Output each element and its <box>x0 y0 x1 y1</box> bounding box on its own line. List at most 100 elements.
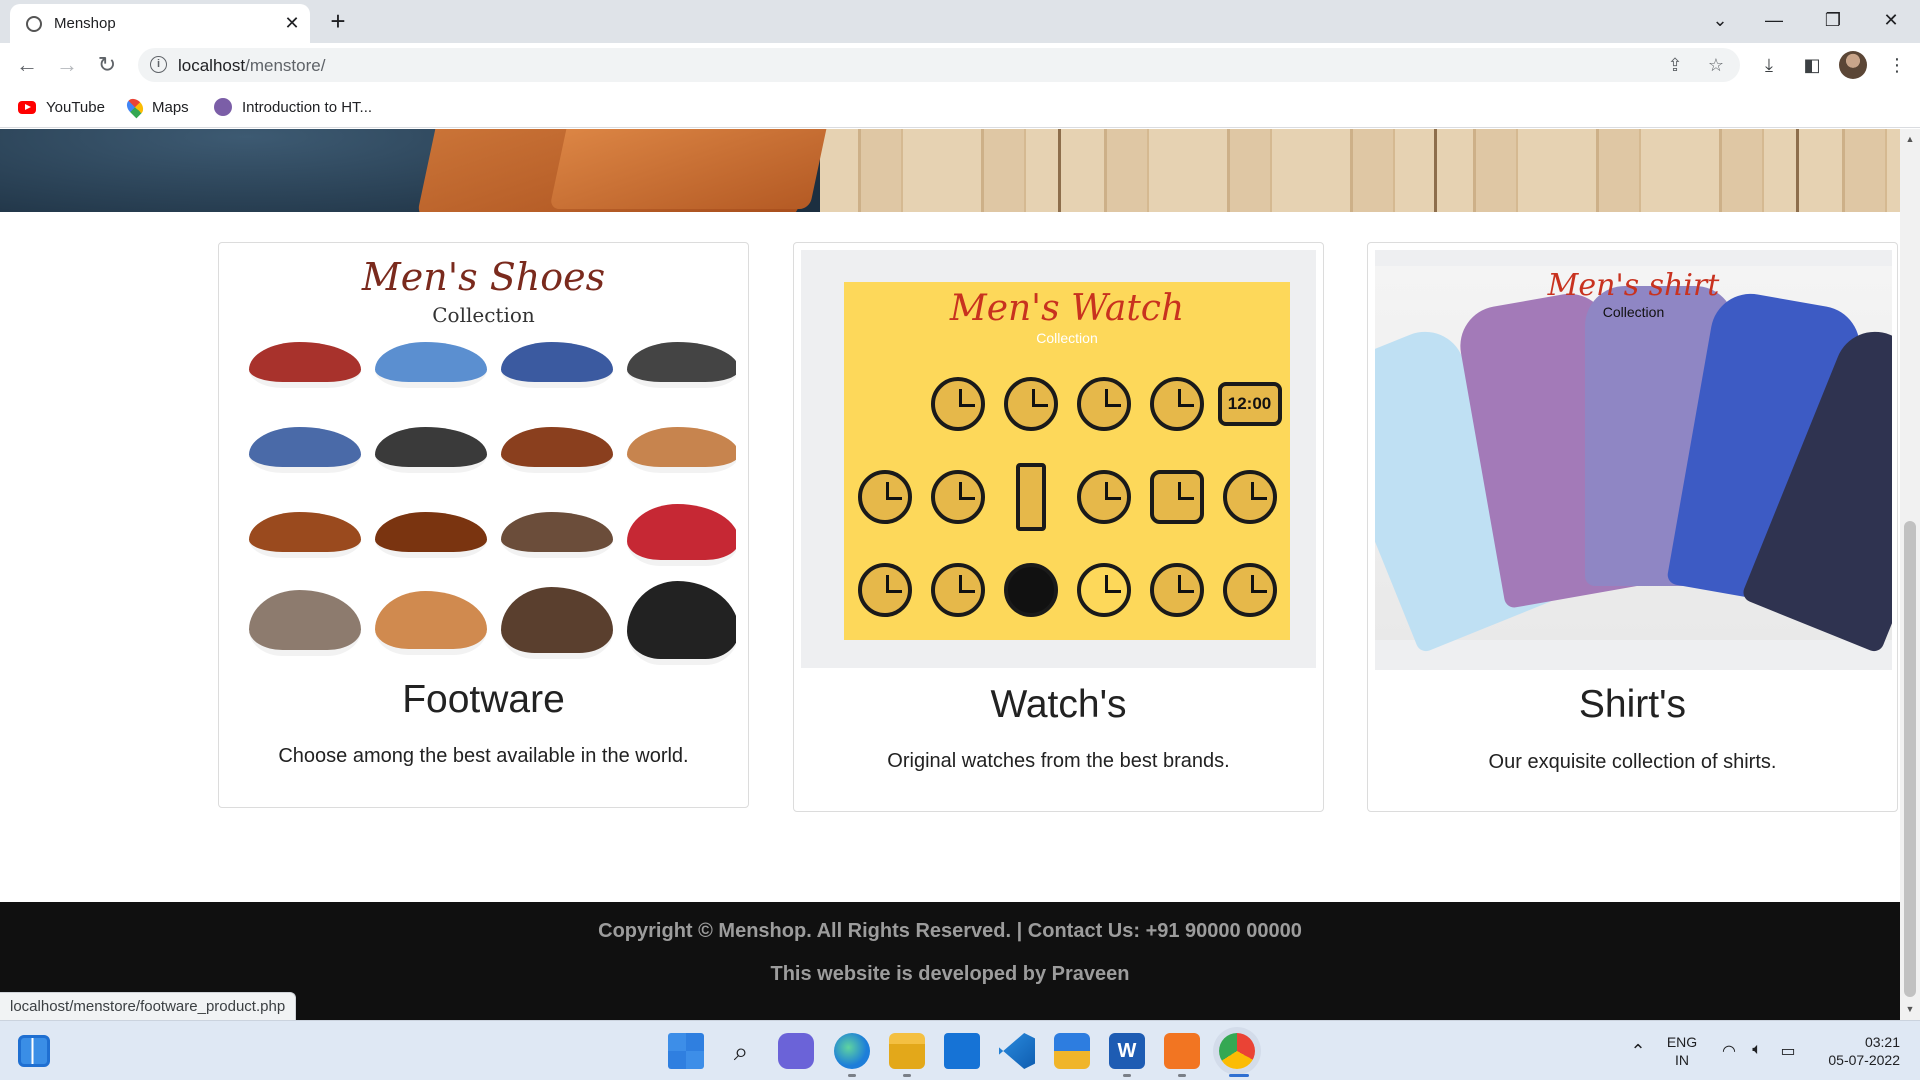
site-info-icon[interactable]: i <box>150 56 167 73</box>
chevron-up-icon[interactable]: ⌃ <box>1627 1041 1649 1062</box>
microsoft-store-icon[interactable] <box>1054 1033 1090 1069</box>
watch-poster-subtitle: Collection <box>1036 330 1098 346</box>
site-favicon-icon <box>26 16 42 32</box>
browser-tab-menshop[interactable]: Menshop ✕ <box>10 4 310 43</box>
profile-avatar[interactable] <box>1839 51 1867 79</box>
minimize-button[interactable]: — <box>1754 4 1794 36</box>
windows-taskbar: ⌕ W ⌃ ENG IN ◠ 🔈︎ ▭ 03:21 05-07-2022 <box>0 1020 1920 1080</box>
chelsea-boot-icon <box>249 590 361 656</box>
shoes-poster-subtitle: Collection <box>432 303 535 327</box>
start-windows-icon[interactable] <box>668 1033 704 1069</box>
forward-arrow-icon[interactable]: → <box>52 50 82 80</box>
mail-icon[interactable] <box>944 1033 980 1069</box>
word-icon[interactable]: W <box>1109 1033 1145 1069</box>
hourglass-icon <box>1015 462 1046 531</box>
loafer-icon <box>375 426 487 473</box>
language-indicator[interactable]: ENG IN <box>1664 1033 1700 1069</box>
restore-button[interactable]: ❐ <box>1813 4 1853 36</box>
language-code: ENG <box>1666 1034 1698 1050</box>
footer-copyright: Copyright © Menshop. All Rights Reserved… <box>598 920 1302 942</box>
browser-toolbar: ← → ↻ i localhost/menstore/ ⇪ ☆ ⤓ ◧ ⋮ <box>0 43 1920 86</box>
pocket-watch-icon <box>857 469 912 524</box>
wifi-icon[interactable]: ◠ <box>1718 1041 1740 1061</box>
bookmark-star-icon[interactable]: ☆ <box>1703 52 1729 78</box>
watch-collection-image[interactable]: Men's Watch Collection 12:00 <box>801 250 1316 668</box>
file-explorer-icon[interactable] <box>889 1033 925 1069</box>
bookmarks-bar: YouTube Maps Introduction to HT... <box>0 86 1920 128</box>
product-card-footware[interactable]: Men's Shoes Collection Footware Choose a… <box>218 242 749 808</box>
digital-watch-icon <box>1149 469 1204 524</box>
running-indicator <box>848 1074 856 1077</box>
card-title[interactable]: Shirt's <box>1368 683 1897 727</box>
shirt-poster-subtitle: Collection <box>1602 304 1665 320</box>
bookmark-label: Maps <box>152 98 189 116</box>
clock[interactable]: 03:21 05-07-2022 <box>1812 1033 1900 1069</box>
wristwatch-icon <box>1003 562 1058 617</box>
roman-clock-icon <box>1076 469 1131 524</box>
bookmark-maps[interactable]: Maps <box>123 95 189 119</box>
new-tab-button[interactable]: + <box>323 6 353 36</box>
side-panel-icon[interactable]: ◧ <box>1798 51 1826 79</box>
reload-icon[interactable]: ↻ <box>92 50 122 80</box>
product-card-shirts[interactable]: Men's shirt Collection Shirt's Our exqui… <box>1367 242 1898 812</box>
page-viewport: Men's Shoes Collection Footware Choose a… <box>0 129 1900 1020</box>
address-url[interactable]: localhost/menstore/ <box>178 56 325 76</box>
menu-kebab-icon[interactable]: ⋮ <box>1885 51 1909 79</box>
shirt-poster-title: Men's shirt <box>1547 268 1720 303</box>
running-indicator <box>1178 1074 1186 1077</box>
running-indicator <box>1123 1074 1131 1077</box>
close-tab-icon[interactable]: ✕ <box>280 11 304 35</box>
share-icon[interactable]: ⇪ <box>1662 52 1688 78</box>
region-code: IN <box>1675 1052 1689 1068</box>
widgets-icon[interactable] <box>18 1035 50 1067</box>
wall-clock-icon <box>1149 377 1204 432</box>
close-window-button[interactable]: ✕ <box>1871 4 1911 36</box>
teams-chat-icon[interactable] <box>778 1033 814 1069</box>
scrollbar-thumb[interactable] <box>1904 521 1916 997</box>
xampp-icon[interactable] <box>1164 1033 1200 1069</box>
card-title[interactable]: Footware <box>219 678 748 722</box>
hero-plank-line <box>1796 129 1799 212</box>
alarm-clock-icon <box>1003 377 1058 432</box>
shirt-photo: Men's shirt Collection <box>1375 266 1892 655</box>
page-scrollbar[interactable]: ▲ ▼ <box>1900 129 1920 1020</box>
shirt-collection-image[interactable]: Men's shirt Collection <box>1375 250 1892 670</box>
stopwatch-icon <box>930 562 985 617</box>
product-card-watches[interactable]: Men's Watch Collection 12:00 Watch's Ori… <box>793 242 1324 812</box>
bookmark-introduction[interactable]: Introduction to HT... <box>214 96 372 118</box>
address-bar[interactable]: i localhost/menstore/ ⇪ ☆ <box>138 48 1740 82</box>
clock-time: 03:21 <box>1864 1034 1900 1050</box>
hero-wallet-flap <box>549 129 831 209</box>
wristwatch-icon <box>1076 562 1131 617</box>
chrome-icon[interactable] <box>1219 1033 1255 1069</box>
tab-search-icon[interactable]: ⌄ <box>1700 4 1740 36</box>
shoe-illustrations <box>249 325 736 665</box>
wristwatch-icon <box>1149 562 1204 617</box>
wristwatch-icon <box>1222 562 1277 617</box>
wall-clock-icon <box>1076 377 1131 432</box>
card-description: Our exquisite collection of shirts. <box>1488 751 1777 773</box>
search-icon[interactable]: ⌕ <box>723 1033 759 1069</box>
card-title[interactable]: Watch's <box>794 683 1323 727</box>
bookmark-label: Introduction to HT... <box>242 98 373 116</box>
shoes-collection-image[interactable]: Men's Shoes Collection <box>231 247 736 667</box>
battery-icon[interactable]: ▭ <box>1777 1041 1799 1061</box>
high-top-sneaker-icon <box>627 504 736 567</box>
pocket-watch-icon <box>930 377 985 432</box>
watch-poster: Men's Watch Collection 12:00 <box>844 282 1290 640</box>
slip-on-icon <box>501 341 613 388</box>
pocket-watch-icon <box>857 562 912 617</box>
back-arrow-icon[interactable]: ← <box>12 50 42 80</box>
digital-clock-icon: 12:00 <box>1217 382 1282 427</box>
monk-shoe-icon <box>375 512 487 559</box>
vscode-icon[interactable] <box>999 1033 1035 1069</box>
download-icon[interactable]: ⤓ <box>1755 51 1783 79</box>
bookmark-youtube[interactable]: YouTube <box>18 96 105 118</box>
scroll-down-icon[interactable]: ▼ <box>1904 1003 1916 1015</box>
card-description: Choose among the best available in the w… <box>278 745 689 767</box>
volume-icon[interactable]: 🔈︎ <box>1746 1041 1768 1059</box>
edge-browser-icon[interactable] <box>834 1033 870 1069</box>
scroll-up-icon[interactable]: ▲ <box>1904 133 1916 145</box>
address-host: localhost <box>178 56 246 75</box>
link-status-bubble: localhost/menstore/footware_product.php <box>0 992 297 1020</box>
